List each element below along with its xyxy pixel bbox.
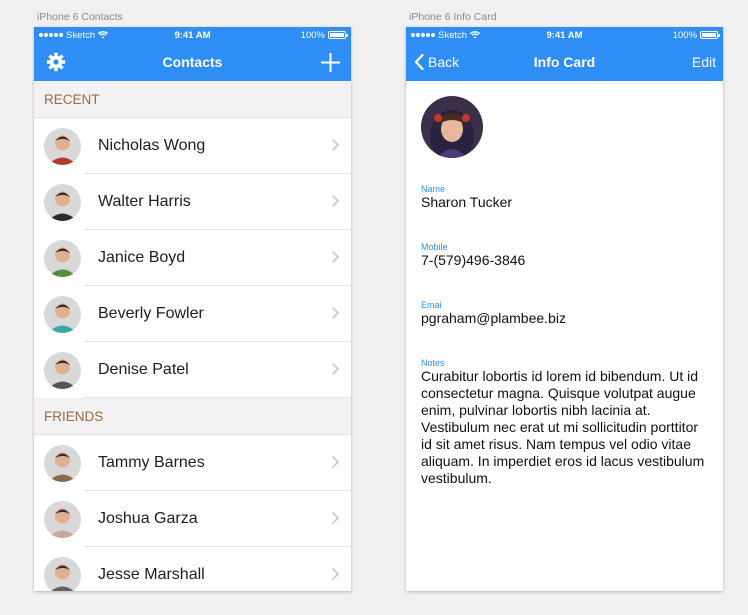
contact-name: Beverly Fowler bbox=[98, 305, 204, 322]
avatar bbox=[44, 295, 81, 333]
contact-row[interactable]: Nicholas Wong bbox=[34, 118, 351, 174]
info-card-screen: Sketch 9:41 AM 100% Back Info Card Edit bbox=[406, 27, 723, 591]
info-card-body: Name Sharon Tucker Mobile 7-(579)496-384… bbox=[406, 96, 723, 487]
contact-row[interactable]: Tammy Barnes bbox=[34, 435, 351, 491]
plus-icon bbox=[321, 53, 340, 72]
section-header: FRIENDS bbox=[34, 398, 351, 435]
contact-name: Walter Harris bbox=[98, 193, 191, 210]
notes-value: Curabitur lobortis id lorem id bibendum.… bbox=[421, 368, 705, 486]
chevron-right-icon bbox=[332, 194, 339, 210]
status-bar: Sketch 9:41 AM 100% bbox=[406, 27, 723, 43]
contact-row[interactable]: Beverly Fowler bbox=[34, 286, 351, 342]
page-title: Info Card bbox=[533, 54, 596, 70]
avatar bbox=[44, 351, 81, 389]
name-label: Name bbox=[421, 184, 446, 194]
contacts-list: RECENT Nicholas Wong Walter Harris Janice B… bbox=[34, 81, 351, 591]
contact-name: Tammy Barnes bbox=[98, 454, 205, 471]
contact-row[interactable]: Jesse Marshall bbox=[34, 547, 351, 591]
name-value: Sharon Tucker bbox=[421, 194, 513, 210]
avatar bbox=[44, 183, 81, 221]
chevron-right-icon bbox=[332, 362, 339, 378]
page-title: Contacts bbox=[162, 54, 223, 70]
contact-name: Janice Boyd bbox=[98, 249, 186, 266]
email-value: pgraham@plambee.biz bbox=[421, 310, 566, 326]
contacts-nav-bar: Contacts bbox=[34, 43, 351, 81]
chevron-right-icon bbox=[332, 567, 339, 583]
edit-button[interactable]: Edit bbox=[692, 43, 716, 81]
avatar bbox=[44, 444, 81, 482]
section-header: RECENT bbox=[34, 81, 351, 118]
chevron-right-icon bbox=[332, 455, 339, 471]
mobile-label: Mobile bbox=[421, 242, 448, 252]
avatar bbox=[44, 239, 81, 277]
contact-row[interactable]: Joshua Garza bbox=[34, 491, 351, 547]
contact-avatar bbox=[421, 96, 483, 158]
contacts-screen: Sketch 9:41 AM 100% Contacts RECENT Nich… bbox=[34, 27, 351, 591]
contact-name: Jesse Marshall bbox=[98, 566, 205, 583]
mobile-value: 7-(579)496-3846 bbox=[421, 252, 526, 268]
avatar bbox=[44, 556, 81, 591]
avatar bbox=[44, 127, 81, 165]
chevron-right-icon bbox=[332, 511, 339, 527]
contact-name: Denise Patel bbox=[98, 361, 189, 378]
avatar bbox=[44, 500, 81, 538]
battery-percent: 100% bbox=[300, 29, 325, 41]
notes-label: Notes bbox=[421, 358, 445, 368]
contact-row[interactable]: Janice Boyd bbox=[34, 230, 351, 286]
chevron-right-icon bbox=[332, 306, 339, 322]
add-contact-button[interactable] bbox=[321, 53, 340, 72]
contact-name: Joshua Garza bbox=[98, 510, 198, 527]
chevron-right-icon bbox=[332, 138, 339, 154]
battery-percent: 100% bbox=[672, 29, 697, 41]
artboard-label-info-card: iPhone 6 Info Card bbox=[409, 11, 497, 23]
chevron-right-icon bbox=[332, 250, 339, 266]
battery-icon bbox=[328, 31, 348, 39]
contact-row[interactable]: Denise Patel bbox=[34, 342, 351, 398]
email-label: Emai bbox=[421, 300, 442, 310]
info-nav-bar: Back Info Card Edit bbox=[406, 43, 723, 81]
artboard-label-contacts: iPhone 6 Contacts bbox=[37, 11, 123, 23]
contact-name: Nicholas Wong bbox=[98, 137, 206, 154]
battery-icon bbox=[700, 31, 720, 39]
status-bar: Sketch 9:41 AM 100% bbox=[34, 27, 351, 43]
contact-row[interactable]: Walter Harris bbox=[34, 174, 351, 230]
